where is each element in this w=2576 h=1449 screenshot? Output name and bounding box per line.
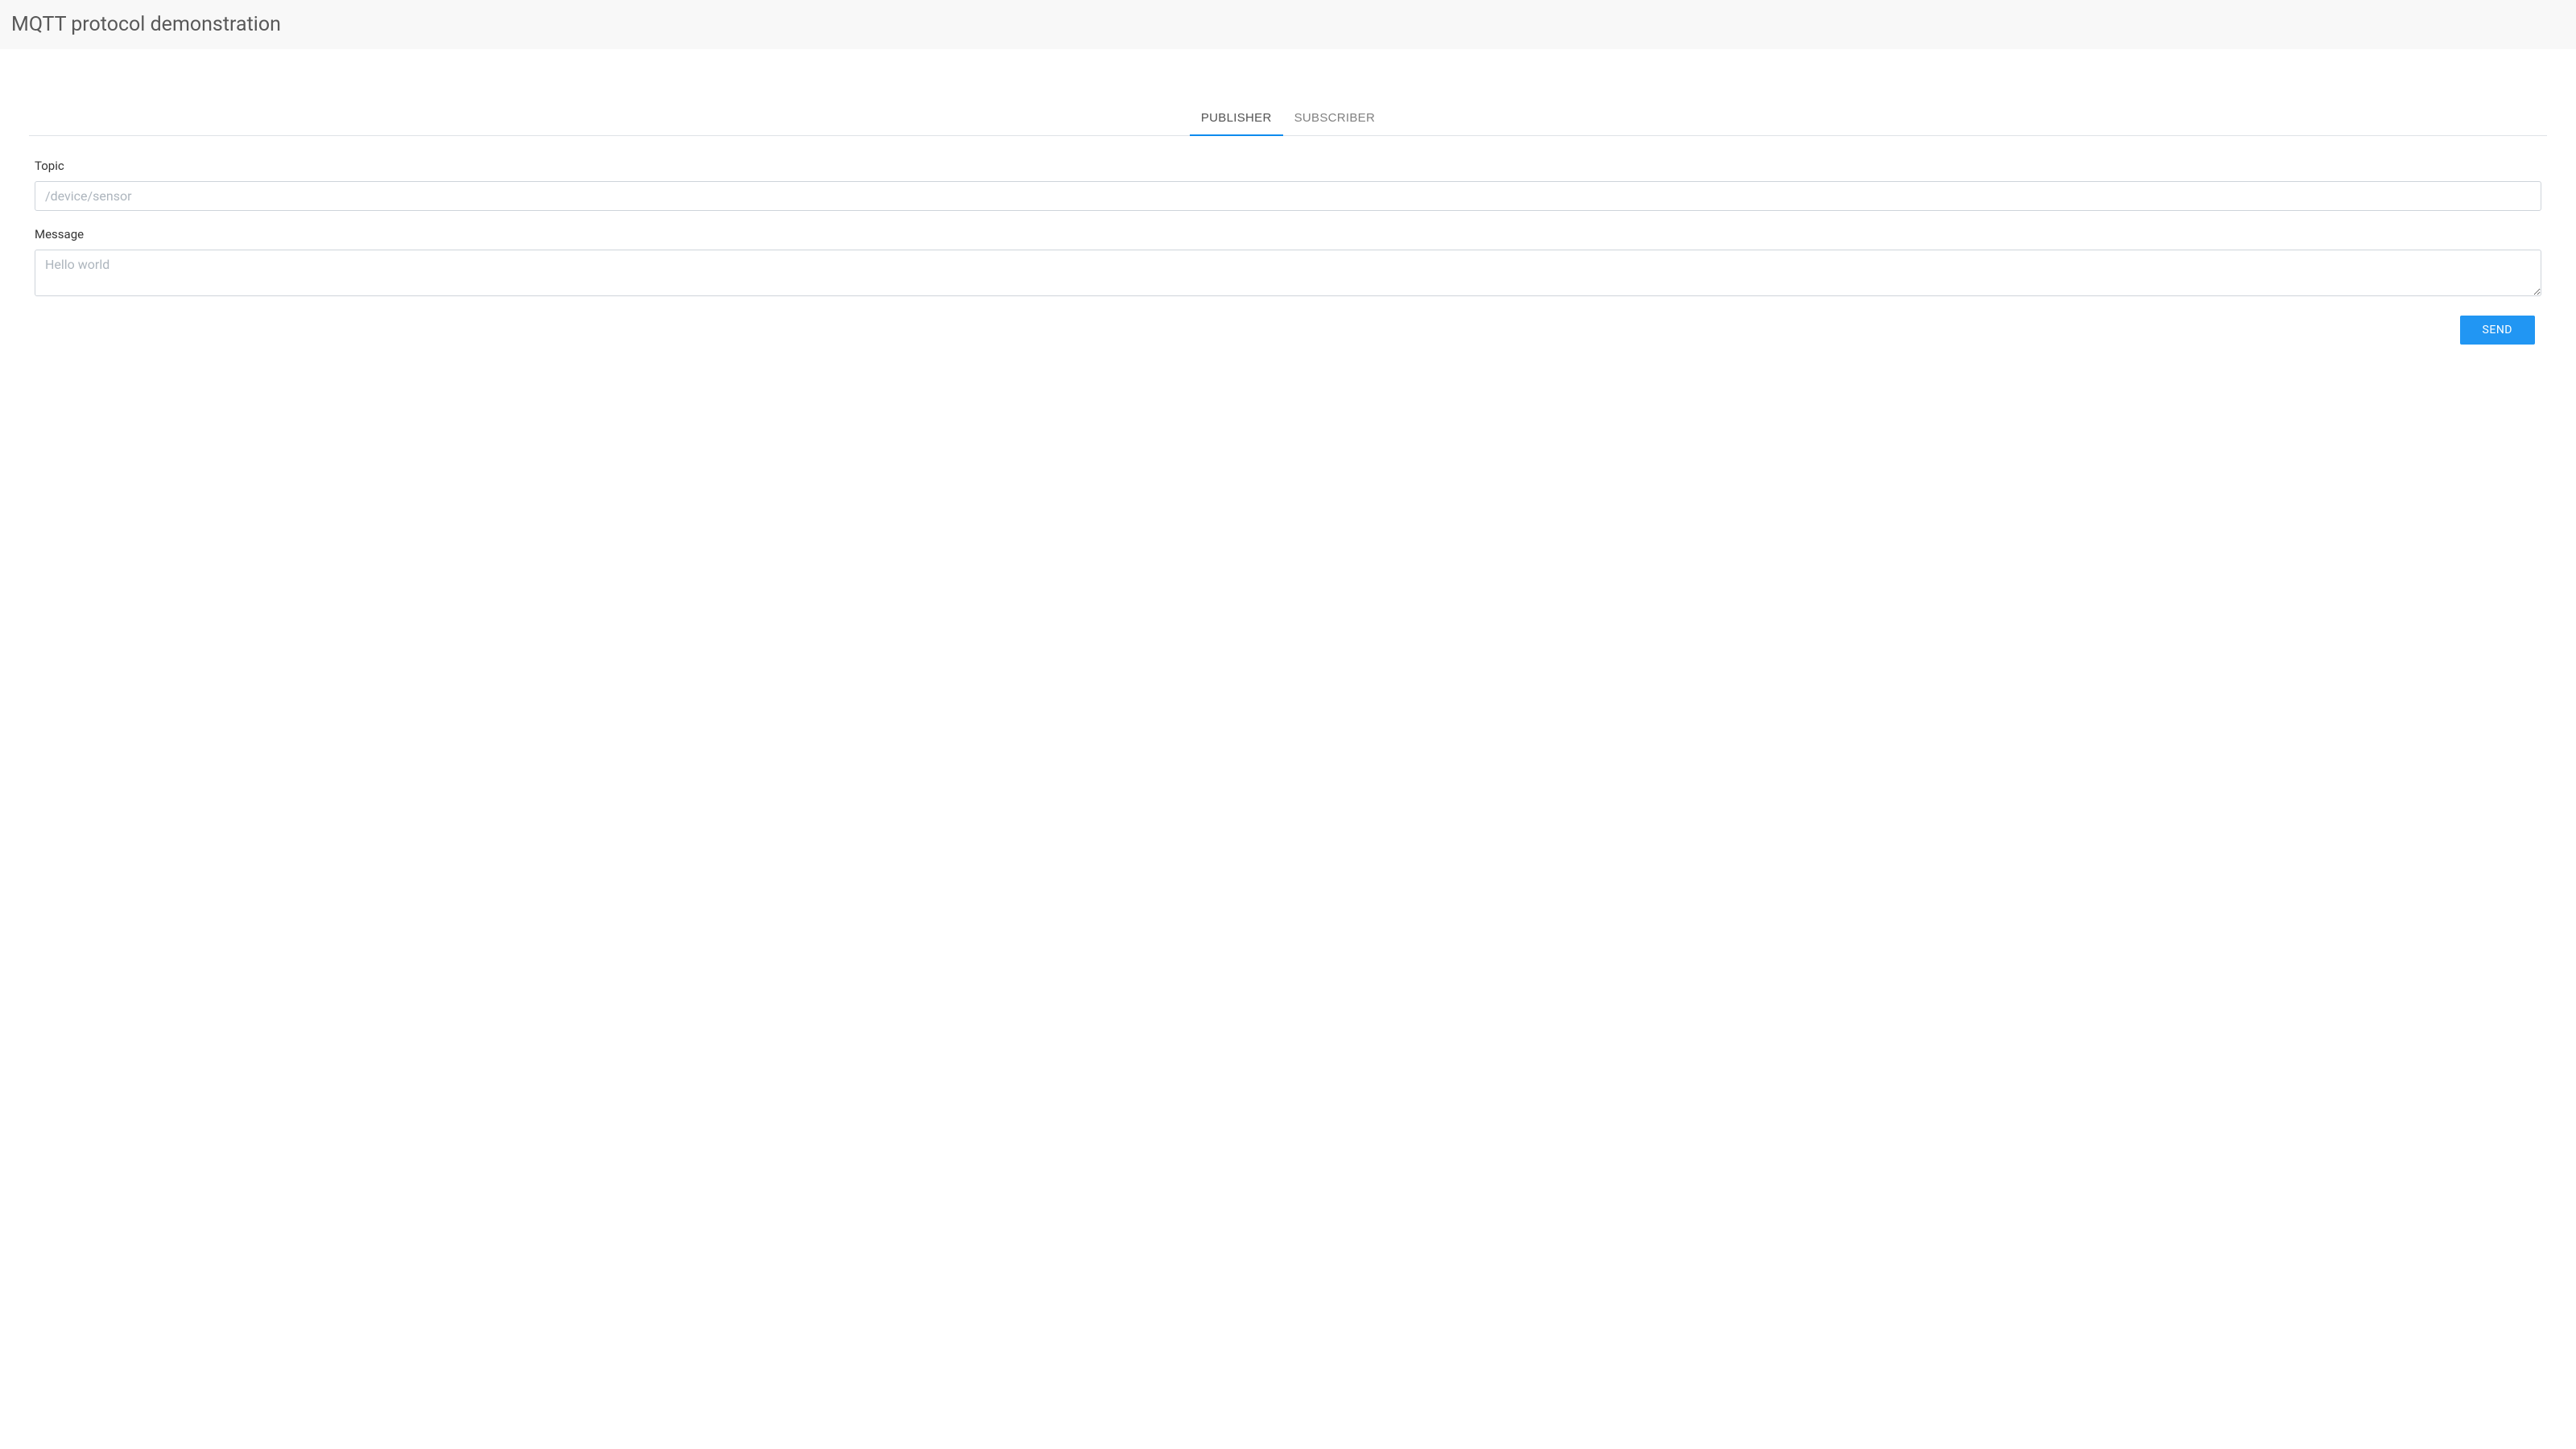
button-row: SEND <box>35 316 2541 345</box>
publisher-form: Topic Message SEND <box>29 136 2547 345</box>
tab-bar: PUBLISHER SUBSCRIBER <box>29 101 2547 136</box>
app-header: MQTT protocol demonstration <box>0 0 2576 49</box>
send-button[interactable]: SEND <box>2460 316 2535 345</box>
topic-group: Topic <box>35 159 2541 211</box>
tab-publisher[interactable]: PUBLISHER <box>1190 101 1283 136</box>
message-input[interactable] <box>35 250 2541 296</box>
main-content: PUBLISHER SUBSCRIBER Topic Message SEND <box>0 49 2576 345</box>
message-label: Message <box>35 227 2541 242</box>
tab-subscriber[interactable]: SUBSCRIBER <box>1283 101 1387 136</box>
message-group: Message <box>35 227 2541 299</box>
topic-input[interactable] <box>35 181 2541 211</box>
topic-label: Topic <box>35 159 2541 173</box>
page-title: MQTT protocol demonstration <box>11 13 2565 36</box>
